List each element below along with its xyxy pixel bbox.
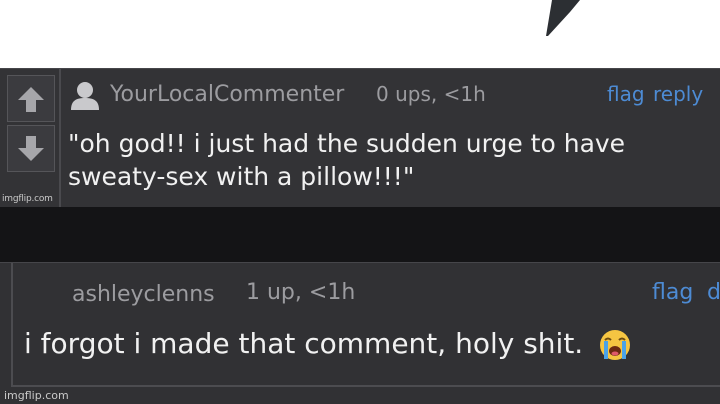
username[interactable]: YourLocalCommenter <box>110 82 344 107</box>
comment-meta: 1 up, <1h <box>246 280 356 305</box>
upvote-button[interactable] <box>7 75 55 122</box>
arrow-up-icon <box>18 86 44 112</box>
vote-column <box>4 73 58 191</box>
watermark: imgflip.com <box>4 389 69 402</box>
comment-card-1: imgflip.com YourLocalCommenter 0 ups, <1… <box>0 68 720 208</box>
comment-text: i forgot i made that comment, holy shit. <box>24 327 632 362</box>
divider <box>59 69 61 208</box>
thread-line <box>11 263 13 387</box>
arrow-down-icon <box>18 135 44 161</box>
user-avatar-icon[interactable] <box>68 81 102 111</box>
comment-meta: 0 ups, <1h <box>376 82 486 106</box>
comment-text: "oh god!! i just had the sudden urge to … <box>68 127 708 193</box>
comment-card-2: ashleyclenns 1 up, <1h flag d i forgot i… <box>0 262 720 404</box>
flag-link[interactable]: flag <box>652 280 693 305</box>
flag-link[interactable]: flag <box>607 82 645 106</box>
username[interactable]: ashleyclenns <box>72 282 215 307</box>
comment-text-line: sweaty-sex with a pillow!!!" <box>68 162 415 191</box>
loudly-crying-face-icon <box>600 330 631 360</box>
divider <box>11 385 720 387</box>
corner-shape <box>546 0 580 36</box>
watermark: imgflip.com <box>2 194 53 204</box>
downvote-button[interactable] <box>7 125 55 172</box>
comment-text-line: "oh god!! i just had the sudden urge to … <box>68 129 626 158</box>
reply-link[interactable]: d <box>707 280 720 305</box>
separator-gap <box>0 207 720 262</box>
comment-text-body: i forgot i made that comment, holy shit. <box>24 327 584 360</box>
reply-link[interactable]: reply <box>653 82 703 106</box>
